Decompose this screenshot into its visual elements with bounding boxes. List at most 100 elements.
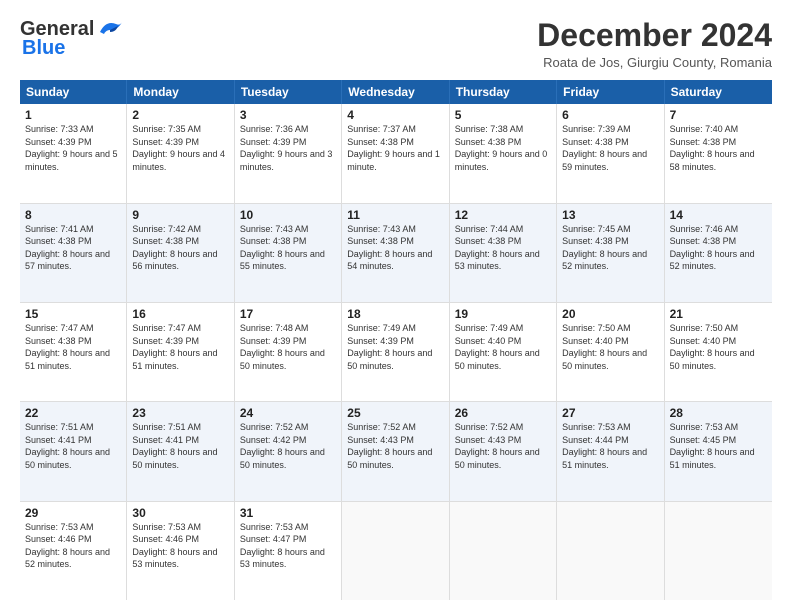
title-section: December 2024 Roata de Jos, Giurgiu Coun…: [537, 18, 772, 70]
day-number: 11: [347, 208, 443, 222]
day-number: 27: [562, 406, 658, 420]
calendar-cell: 26Sunrise: 7:52 AM Sunset: 4:43 PM Dayli…: [450, 402, 557, 500]
cell-info: Sunrise: 7:45 AM Sunset: 4:38 PM Dayligh…: [562, 223, 658, 273]
day-number: 7: [670, 108, 767, 122]
calendar-cell: [665, 502, 772, 600]
calendar-row: 1Sunrise: 7:33 AM Sunset: 4:39 PM Daylig…: [20, 104, 772, 203]
calendar-cell: [557, 502, 664, 600]
day-number: 13: [562, 208, 658, 222]
calendar-cell: 21Sunrise: 7:50 AM Sunset: 4:40 PM Dayli…: [665, 303, 772, 401]
calendar-cell: 23Sunrise: 7:51 AM Sunset: 4:41 PM Dayli…: [127, 402, 234, 500]
header: General Blue December 2024 Roata de Jos,…: [20, 18, 772, 70]
calendar-row: 22Sunrise: 7:51 AM Sunset: 4:41 PM Dayli…: [20, 402, 772, 501]
calendar-cell: 15Sunrise: 7:47 AM Sunset: 4:38 PM Dayli…: [20, 303, 127, 401]
logo-bird-icon: [96, 18, 124, 40]
cell-info: Sunrise: 7:49 AM Sunset: 4:39 PM Dayligh…: [347, 322, 443, 372]
page: General Blue December 2024 Roata de Jos,…: [0, 0, 792, 612]
calendar-cell: 25Sunrise: 7:52 AM Sunset: 4:43 PM Dayli…: [342, 402, 449, 500]
header-friday: Friday: [557, 80, 664, 104]
calendar-cell: 8Sunrise: 7:41 AM Sunset: 4:38 PM Daylig…: [20, 204, 127, 302]
calendar-cell: [342, 502, 449, 600]
cell-info: Sunrise: 7:41 AM Sunset: 4:38 PM Dayligh…: [25, 223, 121, 273]
day-number: 6: [562, 108, 658, 122]
calendar-cell: 7Sunrise: 7:40 AM Sunset: 4:38 PM Daylig…: [665, 104, 772, 202]
calendar-cell: 10Sunrise: 7:43 AM Sunset: 4:38 PM Dayli…: [235, 204, 342, 302]
calendar-cell: 2Sunrise: 7:35 AM Sunset: 4:39 PM Daylig…: [127, 104, 234, 202]
calendar-body: 1Sunrise: 7:33 AM Sunset: 4:39 PM Daylig…: [20, 104, 772, 600]
cell-info: Sunrise: 7:43 AM Sunset: 4:38 PM Dayligh…: [347, 223, 443, 273]
calendar-cell: 20Sunrise: 7:50 AM Sunset: 4:40 PM Dayli…: [557, 303, 664, 401]
cell-info: Sunrise: 7:51 AM Sunset: 4:41 PM Dayligh…: [25, 421, 121, 471]
calendar-cell: 4Sunrise: 7:37 AM Sunset: 4:38 PM Daylig…: [342, 104, 449, 202]
calendar-cell: 28Sunrise: 7:53 AM Sunset: 4:45 PM Dayli…: [665, 402, 772, 500]
calendar-cell: 24Sunrise: 7:52 AM Sunset: 4:42 PM Dayli…: [235, 402, 342, 500]
day-number: 24: [240, 406, 336, 420]
cell-info: Sunrise: 7:49 AM Sunset: 4:40 PM Dayligh…: [455, 322, 551, 372]
cell-info: Sunrise: 7:46 AM Sunset: 4:38 PM Dayligh…: [670, 223, 767, 273]
calendar-cell: 5Sunrise: 7:38 AM Sunset: 4:38 PM Daylig…: [450, 104, 557, 202]
cell-info: Sunrise: 7:43 AM Sunset: 4:38 PM Dayligh…: [240, 223, 336, 273]
location-subtitle: Roata de Jos, Giurgiu County, Romania: [537, 55, 772, 70]
cell-info: Sunrise: 7:38 AM Sunset: 4:38 PM Dayligh…: [455, 123, 551, 173]
day-number: 29: [25, 506, 121, 520]
calendar-cell: 31Sunrise: 7:53 AM Sunset: 4:47 PM Dayli…: [235, 502, 342, 600]
calendar-cell: 27Sunrise: 7:53 AM Sunset: 4:44 PM Dayli…: [557, 402, 664, 500]
calendar-cell: 1Sunrise: 7:33 AM Sunset: 4:39 PM Daylig…: [20, 104, 127, 202]
calendar-cell: 14Sunrise: 7:46 AM Sunset: 4:38 PM Dayli…: [665, 204, 772, 302]
header-thursday: Thursday: [450, 80, 557, 104]
calendar: Sunday Monday Tuesday Wednesday Thursday…: [20, 80, 772, 600]
cell-info: Sunrise: 7:47 AM Sunset: 4:38 PM Dayligh…: [25, 322, 121, 372]
header-sunday: Sunday: [20, 80, 127, 104]
calendar-cell: 18Sunrise: 7:49 AM Sunset: 4:39 PM Dayli…: [342, 303, 449, 401]
calendar-cell: 9Sunrise: 7:42 AM Sunset: 4:38 PM Daylig…: [127, 204, 234, 302]
cell-info: Sunrise: 7:53 AM Sunset: 4:45 PM Dayligh…: [670, 421, 767, 471]
day-number: 17: [240, 307, 336, 321]
logo-blue: Blue: [22, 37, 65, 60]
cell-info: Sunrise: 7:53 AM Sunset: 4:46 PM Dayligh…: [25, 521, 121, 571]
cell-info: Sunrise: 7:50 AM Sunset: 4:40 PM Dayligh…: [562, 322, 658, 372]
logo: General Blue: [20, 18, 124, 60]
calendar-row: 15Sunrise: 7:47 AM Sunset: 4:38 PM Dayli…: [20, 303, 772, 402]
cell-info: Sunrise: 7:52 AM Sunset: 4:42 PM Dayligh…: [240, 421, 336, 471]
header-tuesday: Tuesday: [235, 80, 342, 104]
cell-info: Sunrise: 7:52 AM Sunset: 4:43 PM Dayligh…: [455, 421, 551, 471]
day-number: 18: [347, 307, 443, 321]
calendar-row: 8Sunrise: 7:41 AM Sunset: 4:38 PM Daylig…: [20, 204, 772, 303]
day-number: 14: [670, 208, 767, 222]
day-number: 8: [25, 208, 121, 222]
day-number: 2: [132, 108, 228, 122]
cell-info: Sunrise: 7:35 AM Sunset: 4:39 PM Dayligh…: [132, 123, 228, 173]
calendar-cell: 30Sunrise: 7:53 AM Sunset: 4:46 PM Dayli…: [127, 502, 234, 600]
cell-info: Sunrise: 7:33 AM Sunset: 4:39 PM Dayligh…: [25, 123, 121, 173]
day-number: 23: [132, 406, 228, 420]
calendar-cell: 13Sunrise: 7:45 AM Sunset: 4:38 PM Dayli…: [557, 204, 664, 302]
day-number: 26: [455, 406, 551, 420]
day-number: 19: [455, 307, 551, 321]
day-number: 31: [240, 506, 336, 520]
cell-info: Sunrise: 7:37 AM Sunset: 4:38 PM Dayligh…: [347, 123, 443, 173]
day-number: 25: [347, 406, 443, 420]
day-number: 9: [132, 208, 228, 222]
calendar-cell: 29Sunrise: 7:53 AM Sunset: 4:46 PM Dayli…: [20, 502, 127, 600]
day-number: 16: [132, 307, 228, 321]
day-number: 28: [670, 406, 767, 420]
cell-info: Sunrise: 7:44 AM Sunset: 4:38 PM Dayligh…: [455, 223, 551, 273]
cell-info: Sunrise: 7:53 AM Sunset: 4:47 PM Dayligh…: [240, 521, 336, 571]
cell-info: Sunrise: 7:50 AM Sunset: 4:40 PM Dayligh…: [670, 322, 767, 372]
header-saturday: Saturday: [665, 80, 772, 104]
cell-info: Sunrise: 7:52 AM Sunset: 4:43 PM Dayligh…: [347, 421, 443, 471]
day-number: 15: [25, 307, 121, 321]
cell-info: Sunrise: 7:53 AM Sunset: 4:44 PM Dayligh…: [562, 421, 658, 471]
day-number: 4: [347, 108, 443, 122]
day-number: 22: [25, 406, 121, 420]
calendar-cell: 12Sunrise: 7:44 AM Sunset: 4:38 PM Dayli…: [450, 204, 557, 302]
calendar-cell: 22Sunrise: 7:51 AM Sunset: 4:41 PM Dayli…: [20, 402, 127, 500]
cell-info: Sunrise: 7:36 AM Sunset: 4:39 PM Dayligh…: [240, 123, 336, 173]
calendar-cell: 17Sunrise: 7:48 AM Sunset: 4:39 PM Dayli…: [235, 303, 342, 401]
cell-info: Sunrise: 7:42 AM Sunset: 4:38 PM Dayligh…: [132, 223, 228, 273]
calendar-row: 29Sunrise: 7:53 AM Sunset: 4:46 PM Dayli…: [20, 502, 772, 600]
cell-info: Sunrise: 7:53 AM Sunset: 4:46 PM Dayligh…: [132, 521, 228, 571]
day-number: 30: [132, 506, 228, 520]
day-number: 5: [455, 108, 551, 122]
cell-info: Sunrise: 7:47 AM Sunset: 4:39 PM Dayligh…: [132, 322, 228, 372]
